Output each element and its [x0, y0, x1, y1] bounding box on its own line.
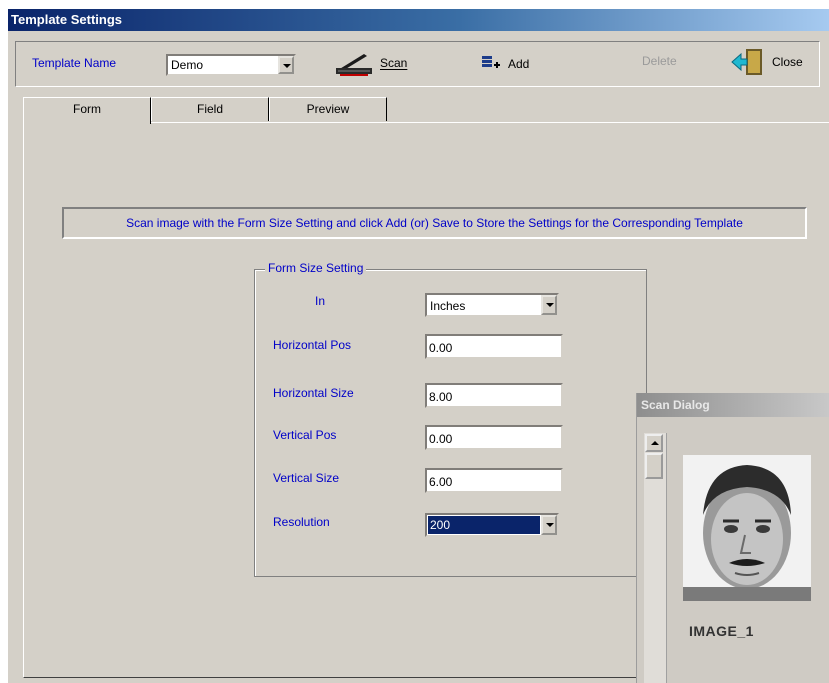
tab-field[interactable]: Field [151, 97, 269, 121]
add-button[interactable]: Add [480, 54, 529, 74]
tab-preview[interactable]: Preview [269, 97, 387, 121]
tab-form[interactable]: Form [23, 97, 151, 124]
horizontal-pos-field[interactable]: 0.00 [425, 334, 563, 359]
close-label: Close [772, 55, 803, 69]
horizontal-pos-label: Horizontal Pos [273, 338, 352, 352]
window-title: Template Settings [8, 9, 829, 31]
units-select[interactable]: Inches [425, 293, 559, 317]
horizontal-size-label: Horizontal Size [273, 386, 354, 400]
image-label: IMAGE_1 [689, 623, 754, 639]
horizontal-pos-value: 0.00 [429, 341, 453, 355]
tab-form-label: Form [73, 102, 101, 116]
scan-label: Scan [380, 56, 408, 70]
scan-dialog: Scan Dialog IMAGE_1 [636, 393, 829, 683]
chevron-down-icon[interactable] [278, 56, 294, 74]
template-name-label: Template Name [32, 56, 117, 70]
units-label: In [315, 294, 326, 308]
scroll-up-icon[interactable] [645, 434, 663, 452]
form-size-setting-group: Form Size Setting In Inches Horizontal P… [254, 261, 647, 577]
group-legend: Form Size Setting [265, 261, 367, 275]
scan-dialog-title: Scan Dialog [637, 393, 829, 417]
scanner-icon [336, 54, 372, 76]
template-name-combo[interactable]: Demo [166, 54, 296, 76]
scroll-thumb[interactable] [645, 453, 663, 479]
horizontal-size-value: 8.00 [429, 390, 453, 404]
delete-label: Delete [642, 54, 677, 68]
vertical-pos-label: Vertical Pos [273, 428, 337, 442]
resolution-select[interactable]: 200 [425, 513, 559, 537]
add-label: Add [508, 57, 530, 71]
units-value: Inches [430, 299, 466, 313]
resolution-label: Resolution [273, 515, 330, 529]
instruction-banner: Scan image with the Form Size Setting an… [62, 207, 807, 239]
portrait-photo [683, 455, 811, 601]
chevron-down-icon[interactable] [541, 515, 557, 535]
exit-door-icon [731, 49, 762, 75]
vertical-size-value: 6.00 [429, 475, 453, 489]
scan-button[interactable]: Scan [334, 50, 407, 76]
add-record-icon [482, 56, 500, 68]
delete-button: Delete [642, 54, 677, 68]
tab-preview-label: Preview [306, 102, 350, 116]
close-button[interactable]: Close [730, 47, 803, 77]
toolbar: Template Name Demo Scan Add Delete Close [15, 41, 820, 87]
vertical-pos-value: 0.00 [429, 432, 453, 446]
tab-field-label: Field [196, 102, 223, 116]
chevron-down-icon[interactable] [541, 295, 557, 315]
template-name-value: Demo [171, 58, 204, 72]
vertical-size-label: Vertical Size [273, 471, 340, 485]
scanned-image-thumbnail[interactable] [683, 455, 811, 601]
horizontal-size-field[interactable]: 8.00 [425, 383, 563, 408]
vertical-pos-field[interactable]: 0.00 [425, 425, 563, 450]
vertical-size-field[interactable]: 6.00 [425, 468, 563, 493]
scan-dialog-scrollbar[interactable] [644, 433, 667, 683]
resolution-value: 200 [428, 516, 540, 534]
